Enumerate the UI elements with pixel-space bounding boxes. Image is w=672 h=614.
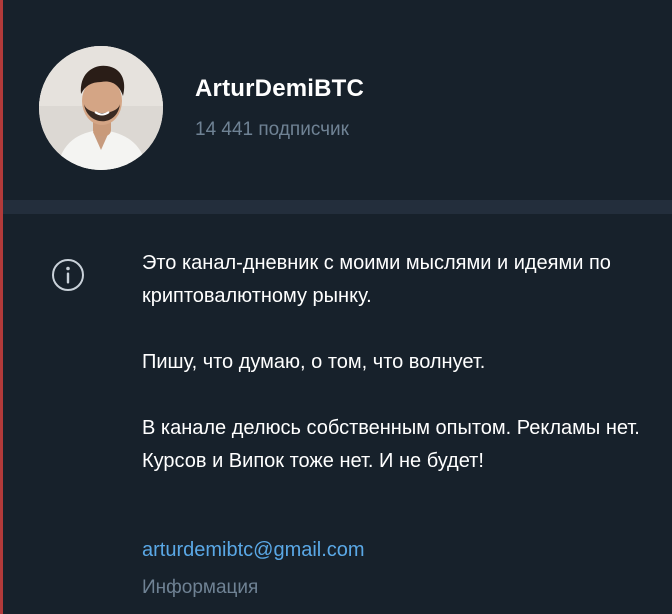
channel-name: ArturDemiBTC bbox=[195, 75, 365, 102]
avatar[interactable] bbox=[39, 46, 163, 170]
channel-description: Это канал-дневник с моими мыслями и идея… bbox=[142, 247, 662, 511]
info-label: Информация bbox=[142, 577, 259, 598]
subscriber-count: 14 441 подписчик bbox=[195, 119, 349, 140]
description-paragraph: В канале делюсь собственным опытом. Рекл… bbox=[142, 417, 640, 472]
info-circle-icon bbox=[51, 258, 85, 292]
section-divider bbox=[3, 200, 672, 214]
channel-info-panel: ArturDemiBTC 14 441 подписчик Это канал-… bbox=[0, 0, 672, 614]
description-paragraph: Это канал-дневник с моими мыслями и идея… bbox=[142, 252, 611, 307]
info-section: Это канал-дневник с моими мыслями и идея… bbox=[3, 214, 672, 614]
email-link[interactable]: arturdemibtc@gmail.com bbox=[142, 539, 365, 562]
channel-header: ArturDemiBTC 14 441 подписчик bbox=[3, 0, 672, 200]
description-paragraph: Пишу, что думаю, о том, что волнует. bbox=[142, 351, 486, 373]
